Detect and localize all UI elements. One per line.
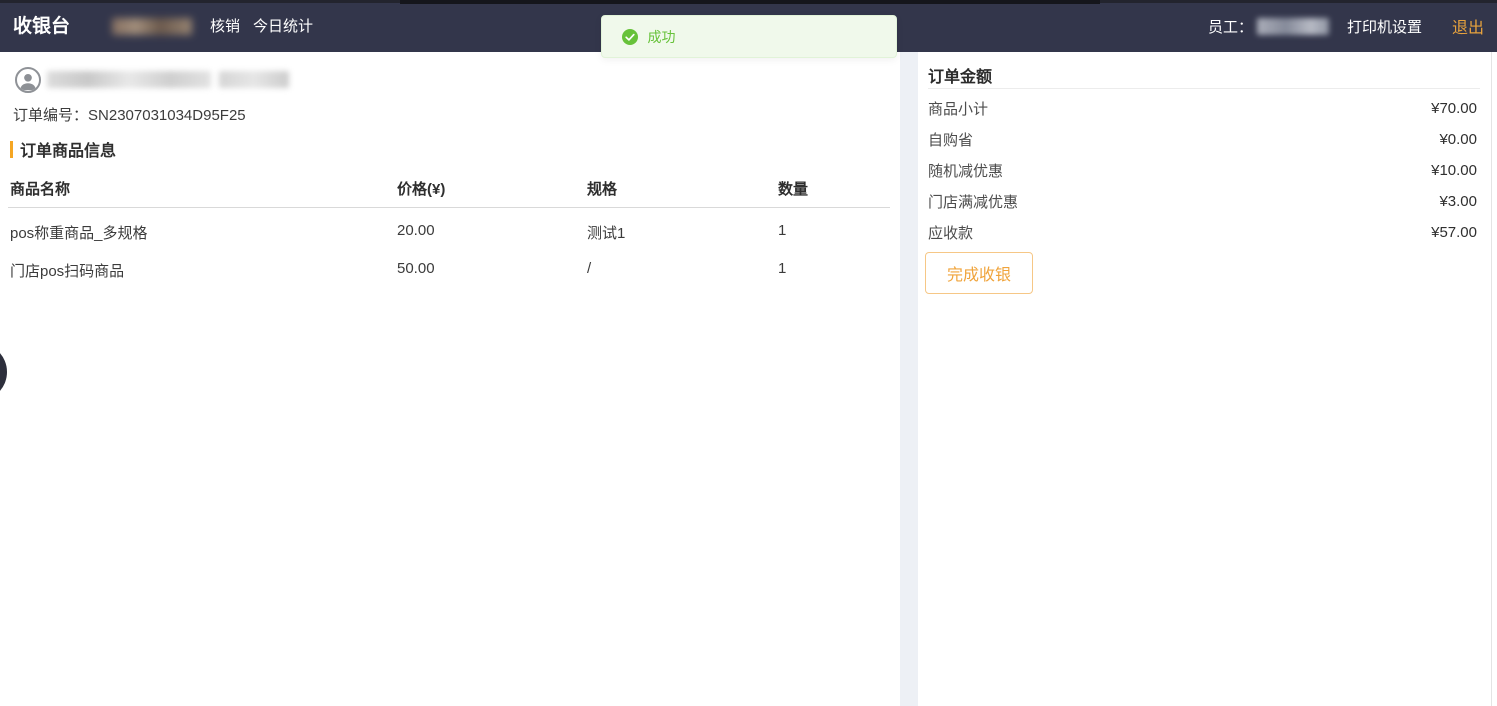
- order-number-value: SN2307031034D95F25: [88, 107, 246, 124]
- summary-value: ¥70.00: [1431, 100, 1477, 117]
- item-spec: /: [587, 260, 591, 277]
- table-header-price: 价格(¥): [397, 178, 445, 199]
- logout-link[interactable]: 退出: [1452, 14, 1484, 38]
- store-name-blurred: [112, 18, 192, 35]
- table-header-divider: [8, 207, 890, 208]
- customer-name-blurred: [47, 71, 211, 88]
- summary-value: ¥57.00: [1431, 224, 1477, 241]
- summary-label: 商品小计: [928, 98, 988, 119]
- summary-value: ¥3.00: [1439, 193, 1477, 210]
- order-amount-panel: 订单金额 商品小计 ¥70.00 自购省 ¥0.00 随机减优惠 ¥10.00 …: [918, 52, 1497, 706]
- item-spec: 测试1: [587, 222, 625, 243]
- pos-cashier-screen: 收银台 核销 今日统计 员工： 打印机设置 退出 成功 订单编号：S: [0, 0, 1497, 706]
- item-qty: 1: [778, 260, 786, 277]
- item-price: 50.00: [397, 260, 435, 277]
- item-price: 20.00: [397, 222, 435, 239]
- summary-row-self-purchase-save: 自购省 ¥0.00: [928, 129, 1477, 149]
- table-header-spec: 规格: [587, 178, 617, 199]
- toast-message: 成功: [648, 27, 676, 47]
- printer-settings-link[interactable]: 打印机设置: [1347, 16, 1422, 37]
- navbar-right-group: 员工： 打印机设置 退出: [1208, 0, 1484, 52]
- nav-item-verification[interactable]: 核销: [210, 0, 240, 52]
- order-number-label: 订单编号：: [13, 107, 88, 124]
- order-number-line: 订单编号：SN2307031034D95F25: [13, 104, 246, 125]
- table-header-qty: 数量: [778, 178, 808, 199]
- scrollbar-track-edge: [1491, 52, 1492, 706]
- window-top-edge-dark: [400, 0, 1100, 4]
- table-header-name: 商品名称: [10, 178, 70, 199]
- success-toast: 成功: [601, 15, 897, 58]
- item-name: 门店pos扫码商品: [10, 260, 124, 281]
- section-accent-bar: [10, 141, 13, 158]
- summary-label: 自购省: [928, 129, 973, 150]
- section-title-text: 订单商品信息: [20, 137, 116, 161]
- complete-checkout-button[interactable]: 完成收银: [925, 252, 1033, 294]
- item-name: pos称重商品_多规格: [10, 222, 148, 243]
- summary-label: 门店满减优惠: [928, 191, 1018, 212]
- order-detail-panel: 订单编号：SN2307031034D95F25 订单商品信息 商品名称 价格(¥…: [0, 52, 900, 706]
- item-qty: 1: [778, 222, 786, 239]
- summary-row-random-discount: 随机减优惠 ¥10.00: [928, 160, 1477, 180]
- nav-item-today-stats[interactable]: 今日统计: [253, 0, 313, 52]
- panel-divider: [900, 52, 918, 706]
- success-check-icon: [622, 29, 638, 45]
- customer-phone-blurred: [219, 71, 289, 88]
- summary-title: 订单金额: [928, 63, 992, 87]
- summary-row-subtotal: 商品小计 ¥70.00: [928, 98, 1477, 118]
- summary-row-store-discount: 门店满减优惠 ¥3.00: [928, 191, 1477, 211]
- customer-avatar-icon: [15, 67, 41, 93]
- employee-name-blurred: [1257, 18, 1329, 35]
- summary-value: ¥0.00: [1439, 131, 1477, 148]
- summary-label: 随机减优惠: [928, 160, 1003, 181]
- employee-label: 员工：: [1208, 16, 1253, 37]
- summary-row-amount-due: 应收款 ¥57.00: [928, 222, 1477, 242]
- section-title-order-items: 订单商品信息: [10, 137, 116, 161]
- app-title: 收银台: [13, 0, 70, 52]
- summary-label: 应收款: [928, 222, 973, 243]
- summary-title-divider: [928, 88, 1480, 89]
- summary-value: ¥10.00: [1431, 162, 1477, 179]
